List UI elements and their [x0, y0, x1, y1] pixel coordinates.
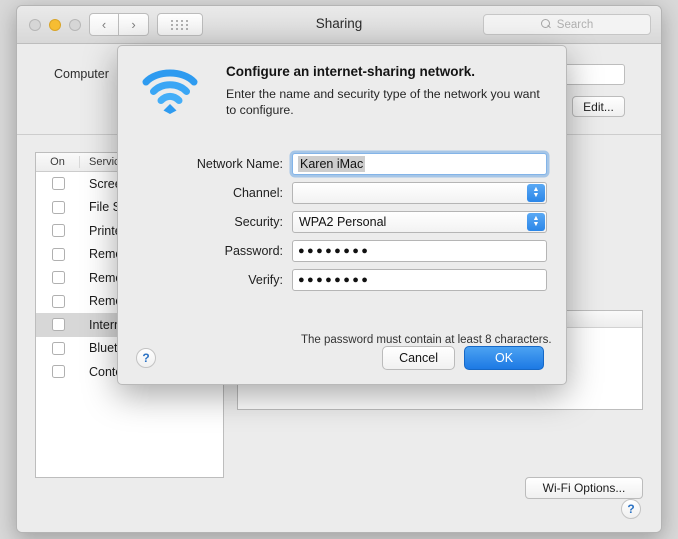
- network-name-value: Karen iMac: [298, 155, 366, 172]
- checkbox-icon[interactable]: [51, 365, 65, 379]
- checkbox-icon[interactable]: [51, 341, 65, 355]
- verify-control[interactable]: ●●●●●●●●: [292, 268, 547, 291]
- checkbox-icon[interactable]: [51, 247, 65, 261]
- verify-row: Verify: ●●●●●●●●: [118, 268, 566, 291]
- verify-label: Verify:: [248, 272, 283, 287]
- network-name-label: Network Name:: [196, 156, 283, 171]
- dialog-footer: ? Cancel OK: [118, 346, 566, 370]
- network-name-control[interactable]: Karen iMac: [292, 152, 547, 175]
- password-control[interactable]: ●●●●●●●●: [292, 239, 547, 262]
- dialog-subtitle: Enter the name and security type of the …: [226, 87, 540, 117]
- service-checkbox-wrap[interactable]: [36, 318, 80, 332]
- checkbox-icon[interactable]: [51, 318, 65, 332]
- checkbox-icon[interactable]: [51, 224, 65, 238]
- password-hint: The password must contain at least 8 cha…: [301, 334, 552, 346]
- channel-control[interactable]: ▲ ▼: [292, 181, 547, 204]
- dialog-help-button[interactable]: ?: [136, 348, 156, 368]
- verify-value: ●●●●●●●●: [298, 273, 371, 286]
- service-checkbox-wrap[interactable]: [36, 247, 80, 261]
- password-label: Password:: [224, 243, 283, 258]
- search-icon: [540, 19, 552, 30]
- search-placeholder: Search: [556, 18, 594, 31]
- security-dropdown[interactable]: WPA2 Personal ▲ ▼: [292, 210, 547, 233]
- channel-row: Channel: ▲ ▼: [118, 181, 566, 204]
- password-value: ●●●●●●●●: [298, 244, 371, 257]
- checkbox-icon[interactable]: [51, 177, 65, 191]
- system-preferences-window: ‹ › Sharing Search Computer Edit... On S…: [16, 5, 662, 533]
- checkbox-icon[interactable]: [51, 200, 65, 214]
- password-input[interactable]: ●●●●●●●●: [292, 239, 547, 262]
- security-value: WPA2 Personal: [299, 214, 387, 229]
- security-row: Security: WPA2 Personal ▲ ▼: [118, 210, 566, 233]
- wifi-icon: [140, 64, 200, 116]
- network-name-input[interactable]: Karen iMac: [292, 152, 547, 175]
- network-name-row: Network Name: Karen iMac: [118, 152, 566, 175]
- chevron-updown-icon[interactable]: ▲▼: [527, 212, 545, 231]
- cancel-button[interactable]: Cancel: [382, 346, 455, 370]
- service-checkbox-wrap[interactable]: [36, 177, 80, 191]
- computer-name-label: Computer: [54, 67, 109, 81]
- window-titlebar: ‹ › Sharing Search: [17, 6, 661, 44]
- verify-input[interactable]: ●●●●●●●●: [292, 268, 547, 291]
- service-checkbox-wrap[interactable]: [36, 341, 80, 355]
- channel-dropdown[interactable]: ▲ ▼: [292, 181, 547, 204]
- security-label: Security:: [234, 214, 283, 229]
- screen-root: ‹ › Sharing Search Computer Edit... On S…: [0, 0, 678, 539]
- service-checkbox-wrap[interactable]: [36, 224, 80, 238]
- configure-network-dialog: Configure an internet-sharing network. E…: [117, 45, 567, 385]
- search-input[interactable]: Search: [483, 14, 651, 35]
- channel-label: Channel:: [232, 185, 283, 200]
- checkbox-icon[interactable]: [51, 294, 65, 308]
- service-checkbox-wrap[interactable]: [36, 365, 80, 379]
- checkbox-icon[interactable]: [51, 271, 65, 285]
- help-button[interactable]: ?: [621, 499, 641, 519]
- wifi-options-button[interactable]: Wi-Fi Options...: [525, 477, 643, 499]
- chevron-updown-icon[interactable]: ▲▼: [527, 183, 545, 202]
- service-checkbox-wrap[interactable]: [36, 294, 80, 308]
- service-checkbox-wrap[interactable]: [36, 200, 80, 214]
- column-header-on: On: [36, 156, 80, 168]
- edit-button[interactable]: Edit...: [572, 96, 625, 117]
- password-row: Password: ●●●●●●●●: [118, 239, 566, 262]
- ok-button[interactable]: OK: [464, 346, 544, 370]
- service-checkbox-wrap[interactable]: [36, 271, 80, 285]
- security-control[interactable]: WPA2 Personal ▲ ▼: [292, 210, 547, 233]
- dialog-title: Configure an internet-sharing network.: [226, 64, 476, 79]
